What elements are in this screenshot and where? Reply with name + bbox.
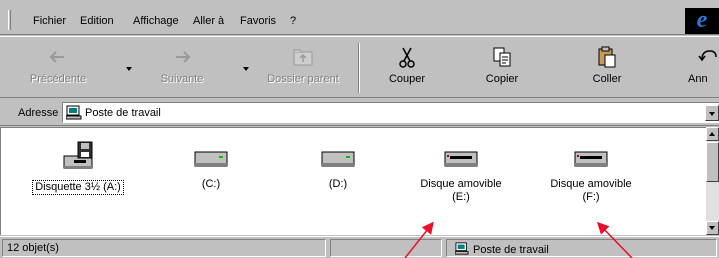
forward-dropdown[interactable] bbox=[243, 67, 249, 71]
parent-folder-icon bbox=[293, 49, 313, 66]
back-button-label: Précédente bbox=[29, 73, 87, 85]
parent-folder-button[interactable]: Dossier parent bbox=[258, 41, 348, 97]
ie-logo: e bbox=[685, 8, 719, 34]
drive-e-letter: (E:) bbox=[452, 191, 470, 203]
hard-drive-icon bbox=[321, 151, 355, 167]
scroll-up-button[interactable] bbox=[706, 127, 719, 141]
address-field[interactable]: Poste de travail bbox=[62, 102, 719, 123]
drive-f-letter: (F:) bbox=[582, 191, 600, 203]
undo-button-label: Ann bbox=[688, 73, 708, 85]
cut-button[interactable]: Couper bbox=[380, 41, 434, 97]
drive-d-label: (D:) bbox=[328, 178, 348, 190]
removable-drive-icon bbox=[574, 151, 608, 167]
status-count: 12 objet(s) bbox=[2, 239, 326, 257]
copy-icon bbox=[493, 47, 511, 67]
drive-item-c[interactable]: (C:) bbox=[171, 148, 251, 191]
drive-item-e[interactable]: Disque amovible (E:) bbox=[405, 148, 517, 204]
file-view: Disquette 3½ (A:) (C:) (D:) Disque amovi… bbox=[0, 127, 706, 235]
menu-grip bbox=[8, 10, 11, 30]
status-location: Poste de travail bbox=[446, 239, 717, 257]
forward-button-label: Suivante bbox=[160, 73, 204, 85]
copy-button[interactable]: Copier bbox=[475, 41, 529, 97]
toolbar: Précédente Suivante Dossier parent Coupe… bbox=[0, 36, 719, 98]
undo-button[interactable]: Ann bbox=[688, 41, 719, 97]
address-bar: Adresse Poste de travail bbox=[0, 99, 719, 126]
my-computer-icon bbox=[66, 105, 82, 120]
address-value: Poste de travail bbox=[85, 107, 161, 119]
forward-button[interactable]: Suivante bbox=[152, 41, 212, 97]
removable-drive-icon bbox=[444, 151, 478, 167]
menu-help[interactable]: ? bbox=[290, 15, 296, 27]
floppy-drive-icon bbox=[63, 141, 93, 169]
vertical-scrollbar[interactable] bbox=[706, 127, 719, 235]
paste-icon bbox=[598, 46, 616, 68]
explorer-window: Fichier Edition Affichage Aller à Favori… bbox=[0, 0, 719, 258]
menu-aller-a[interactable]: Aller à bbox=[193, 15, 224, 27]
drive-f-label: Disque amovible bbox=[550, 178, 632, 190]
drive-item-d[interactable]: (D:) bbox=[298, 148, 378, 191]
cut-button-label: Couper bbox=[388, 73, 426, 85]
menu-affichage[interactable]: Affichage bbox=[133, 15, 179, 27]
address-label: Adresse bbox=[18, 107, 59, 119]
status-empty-pane bbox=[330, 239, 442, 257]
my-computer-icon bbox=[454, 242, 469, 255]
copy-button-label: Copier bbox=[485, 73, 519, 85]
forward-arrow-icon bbox=[176, 51, 191, 63]
undo-icon bbox=[698, 50, 717, 62]
scroll-thumb[interactable] bbox=[706, 142, 719, 182]
paste-button-label: Coller bbox=[592, 73, 622, 85]
menu-favoris[interactable]: Favoris bbox=[240, 15, 276, 27]
menu-bar: Fichier Edition Affichage Aller à Favori… bbox=[0, 0, 719, 35]
drive-item-f[interactable]: Disque amovible (F:) bbox=[535, 148, 647, 204]
drive-a-label: Disquette 3½ (A:) bbox=[32, 180, 124, 195]
menu-fichier[interactable]: Fichier bbox=[33, 15, 66, 27]
toolbar-separator bbox=[358, 43, 360, 93]
scroll-down-button[interactable] bbox=[706, 221, 719, 235]
drive-item-a[interactable]: Disquette 3½ (A:) bbox=[19, 140, 137, 195]
address-dropdown-button[interactable] bbox=[705, 105, 719, 121]
parent-folder-label: Dossier parent bbox=[267, 73, 339, 85]
menu-edition[interactable]: Edition bbox=[80, 15, 114, 27]
hard-drive-icon bbox=[194, 151, 228, 167]
back-arrow-icon bbox=[49, 51, 64, 63]
drive-e-label: Disque amovible bbox=[420, 178, 502, 190]
status-bar: 12 objet(s) Poste de travail bbox=[0, 236, 719, 258]
paste-button[interactable]: Coller bbox=[580, 41, 634, 97]
back-button[interactable]: Précédente bbox=[28, 41, 88, 97]
scissors-icon bbox=[399, 47, 415, 68]
back-dropdown[interactable] bbox=[126, 67, 132, 71]
status-location-label: Poste de travail bbox=[473, 244, 549, 256]
drive-c-label: (C:) bbox=[201, 178, 221, 190]
